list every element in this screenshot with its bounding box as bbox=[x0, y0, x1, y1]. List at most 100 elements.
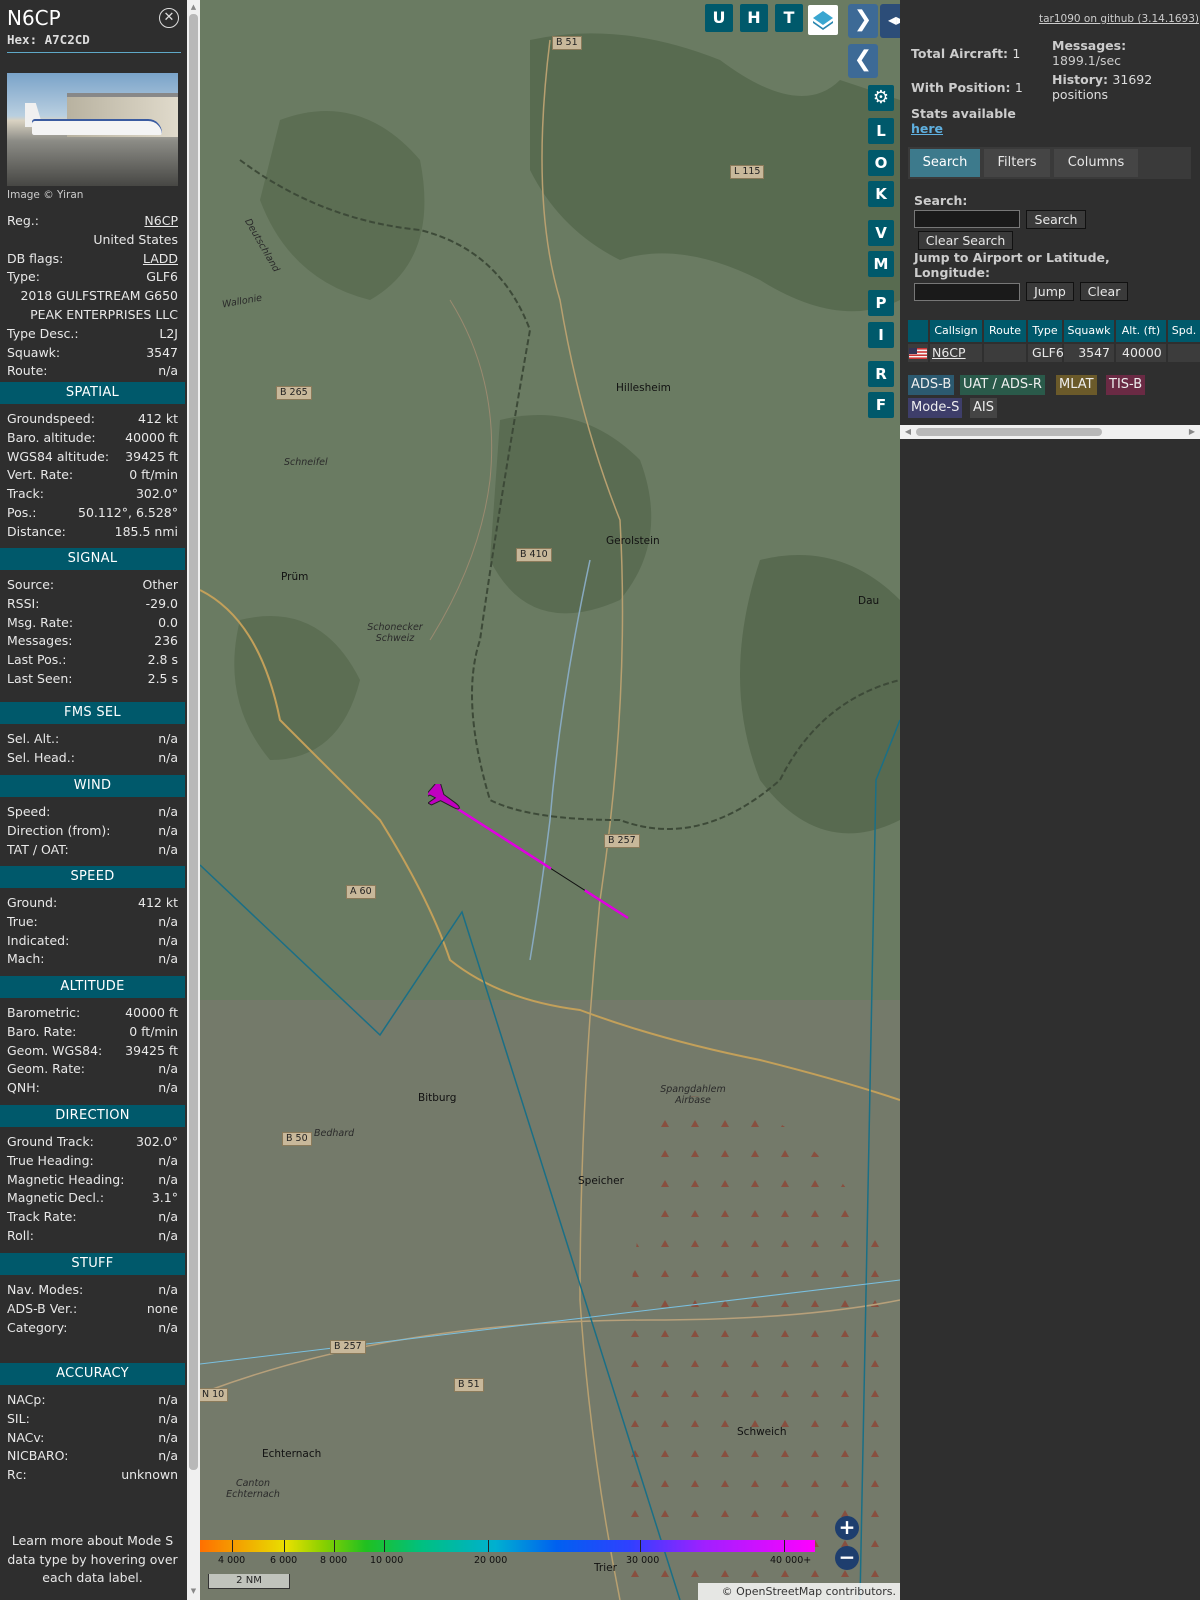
settings-gear-icon[interactable]: ⚙ bbox=[868, 85, 894, 111]
info-label[interactable]: Groundspeed: bbox=[7, 410, 95, 428]
column-flag[interactable] bbox=[908, 320, 928, 342]
info-label[interactable]: Geom. Rate: bbox=[7, 1060, 85, 1078]
map-button-l[interactable]: L bbox=[868, 118, 894, 144]
map-button-m[interactable]: M bbox=[868, 251, 894, 277]
stats-here-link[interactable]: here bbox=[911, 121, 943, 136]
info-label[interactable]: Sel. Alt.: bbox=[7, 730, 59, 748]
source-badge-ads-b[interactable]: ADS-B bbox=[908, 375, 955, 395]
info-label[interactable]: Geom. WGS84: bbox=[7, 1042, 102, 1060]
info-label[interactable]: Source: bbox=[7, 576, 54, 594]
info-label[interactable]: Track: bbox=[7, 485, 44, 503]
info-label[interactable]: Barometric: bbox=[7, 1004, 80, 1022]
map-button-h[interactable]: H bbox=[740, 4, 768, 32]
info-label[interactable]: Rc: bbox=[7, 1466, 27, 1484]
info-label[interactable]: Track Rate: bbox=[7, 1208, 77, 1226]
column-altitude[interactable]: Alt. (ft) bbox=[1116, 320, 1166, 342]
detail-value[interactable]: LADD bbox=[143, 250, 178, 268]
info-label[interactable]: QNH: bbox=[7, 1079, 40, 1097]
zoom-in-button[interactable]: + bbox=[835, 1516, 859, 1540]
info-label[interactable]: Roll: bbox=[7, 1227, 34, 1245]
info-label[interactable]: NICBARO: bbox=[7, 1447, 68, 1465]
info-label[interactable]: Pos.: bbox=[7, 504, 36, 522]
road-label: A 60 bbox=[346, 885, 376, 899]
info-label[interactable]: Distance: bbox=[7, 523, 66, 541]
layers-icon[interactable] bbox=[808, 5, 838, 35]
aircraft-photo[interactable] bbox=[7, 73, 178, 186]
detail-value[interactable]: N6CP bbox=[144, 212, 178, 230]
info-label[interactable]: RSSI: bbox=[7, 595, 39, 613]
info-label[interactable]: Baro. Rate: bbox=[7, 1023, 76, 1041]
tab-columns[interactable]: Columns bbox=[1054, 149, 1138, 177]
detail-value: PEAK ENTERPRISES LLC bbox=[30, 307, 178, 322]
info-row: Mach: n/a bbox=[7, 950, 178, 968]
info-label[interactable]: Baro. altitude: bbox=[7, 429, 96, 447]
info-label[interactable]: Indicated: bbox=[7, 932, 69, 950]
prev-arrow-button[interactable]: ❮ bbox=[848, 44, 878, 78]
map-button-t[interactable]: T bbox=[775, 4, 803, 32]
zoom-out-button[interactable]: − bbox=[835, 1546, 859, 1570]
expand-sidebar-button[interactable]: ◂▸ bbox=[880, 4, 900, 38]
info-label[interactable]: Magnetic Heading: bbox=[7, 1171, 124, 1189]
info-label[interactable]: Last Pos.: bbox=[7, 651, 66, 669]
clear-jump-button[interactable]: Clear bbox=[1080, 282, 1128, 301]
info-label[interactable]: ADS-B Ver.: bbox=[7, 1300, 77, 1318]
search-input[interactable] bbox=[914, 210, 1020, 228]
map-button-k[interactable]: K bbox=[868, 181, 894, 207]
info-label[interactable]: NACv: bbox=[7, 1429, 44, 1447]
map-button-i[interactable]: I bbox=[868, 322, 894, 348]
map-button-p[interactable]: P bbox=[868, 290, 894, 316]
map-view[interactable]: Hillesheim Gerolstein Prüm Bitburg Speicher S… bbox=[200, 0, 900, 1600]
aircraft-marker-icon[interactable] bbox=[428, 784, 464, 814]
tab-search[interactable]: Search bbox=[910, 149, 980, 177]
info-label[interactable]: Vert. Rate: bbox=[7, 466, 73, 484]
map-attribution[interactable]: © OpenStreetMap contributors. bbox=[698, 1583, 900, 1600]
info-label[interactable]: Speed: bbox=[7, 803, 50, 821]
info-label[interactable]: Category: bbox=[7, 1319, 67, 1337]
info-label[interactable]: Sel. Head.: bbox=[7, 749, 75, 767]
map-button-f[interactable]: F bbox=[868, 392, 894, 418]
jump-input[interactable] bbox=[914, 283, 1020, 301]
source-badge-mode-s[interactable]: Mode-S bbox=[908, 398, 963, 418]
map-button-u[interactable]: U bbox=[705, 4, 733, 32]
clear-search-button[interactable]: Clear Search bbox=[918, 231, 1013, 250]
close-icon[interactable]: ✕ bbox=[159, 8, 179, 28]
column-squawk[interactable]: Squawk bbox=[1064, 320, 1114, 342]
source-badge-ais[interactable]: AIS bbox=[970, 398, 997, 418]
info-label[interactable]: Magnetic Decl.: bbox=[7, 1189, 104, 1207]
column-speed[interactable]: Spd. bbox=[1168, 320, 1200, 342]
column-callsign[interactable]: Callsign bbox=[930, 320, 982, 342]
info-label[interactable]: True: bbox=[7, 913, 38, 931]
info-label[interactable]: WGS84 altitude: bbox=[7, 448, 109, 466]
info-panel-scrollbar[interactable]: ▲ ▼ bbox=[187, 0, 200, 1600]
info-label[interactable]: Msg. Rate: bbox=[7, 614, 73, 632]
map-button-v[interactable]: V bbox=[868, 220, 894, 246]
info-label[interactable]: Mach: bbox=[7, 950, 44, 968]
info-label[interactable]: Last Seen: bbox=[7, 670, 72, 688]
jump-button[interactable]: Jump bbox=[1026, 282, 1074, 301]
info-label[interactable]: True Heading: bbox=[7, 1152, 94, 1170]
source-badge-uat-ads-r[interactable]: UAT / ADS-R bbox=[960, 375, 1045, 395]
map-button-o[interactable]: O bbox=[868, 150, 894, 176]
column-type[interactable]: Type bbox=[1028, 320, 1062, 342]
info-label[interactable]: NACp: bbox=[7, 1391, 46, 1409]
info-label[interactable]: Nav. Modes: bbox=[7, 1281, 83, 1299]
info-label[interactable]: Direction (from): bbox=[7, 822, 111, 840]
column-route[interactable]: Route bbox=[984, 320, 1026, 342]
info-label[interactable]: Ground Track: bbox=[7, 1133, 94, 1151]
next-arrow-button[interactable]: ❯ bbox=[848, 4, 878, 38]
info-label[interactable]: Messages: bbox=[7, 632, 73, 650]
row-callsign[interactable]: N6CP bbox=[930, 344, 982, 362]
source-badge-tis-b[interactable]: TIS-B bbox=[1106, 375, 1146, 395]
table-horizontal-scrollbar[interactable]: ◀ ▶ bbox=[900, 425, 1200, 439]
tab-filters[interactable]: Filters bbox=[984, 149, 1050, 177]
source-badge-mlat[interactable]: MLAT bbox=[1056, 375, 1097, 395]
info-label[interactable]: Ground: bbox=[7, 894, 57, 912]
map-button-r[interactable]: R bbox=[868, 361, 894, 387]
info-row: Groundspeed: 412 kt bbox=[7, 410, 178, 428]
github-link[interactable]: tar1090 on github (3.14.1693) bbox=[1039, 13, 1199, 25]
search-button[interactable]: Search bbox=[1026, 210, 1086, 229]
map-place-label: Speicher bbox=[578, 1175, 624, 1187]
info-row: True Heading: n/a bbox=[7, 1152, 178, 1170]
info-label[interactable]: SIL: bbox=[7, 1410, 30, 1428]
info-label[interactable]: TAT / OAT: bbox=[7, 841, 69, 859]
